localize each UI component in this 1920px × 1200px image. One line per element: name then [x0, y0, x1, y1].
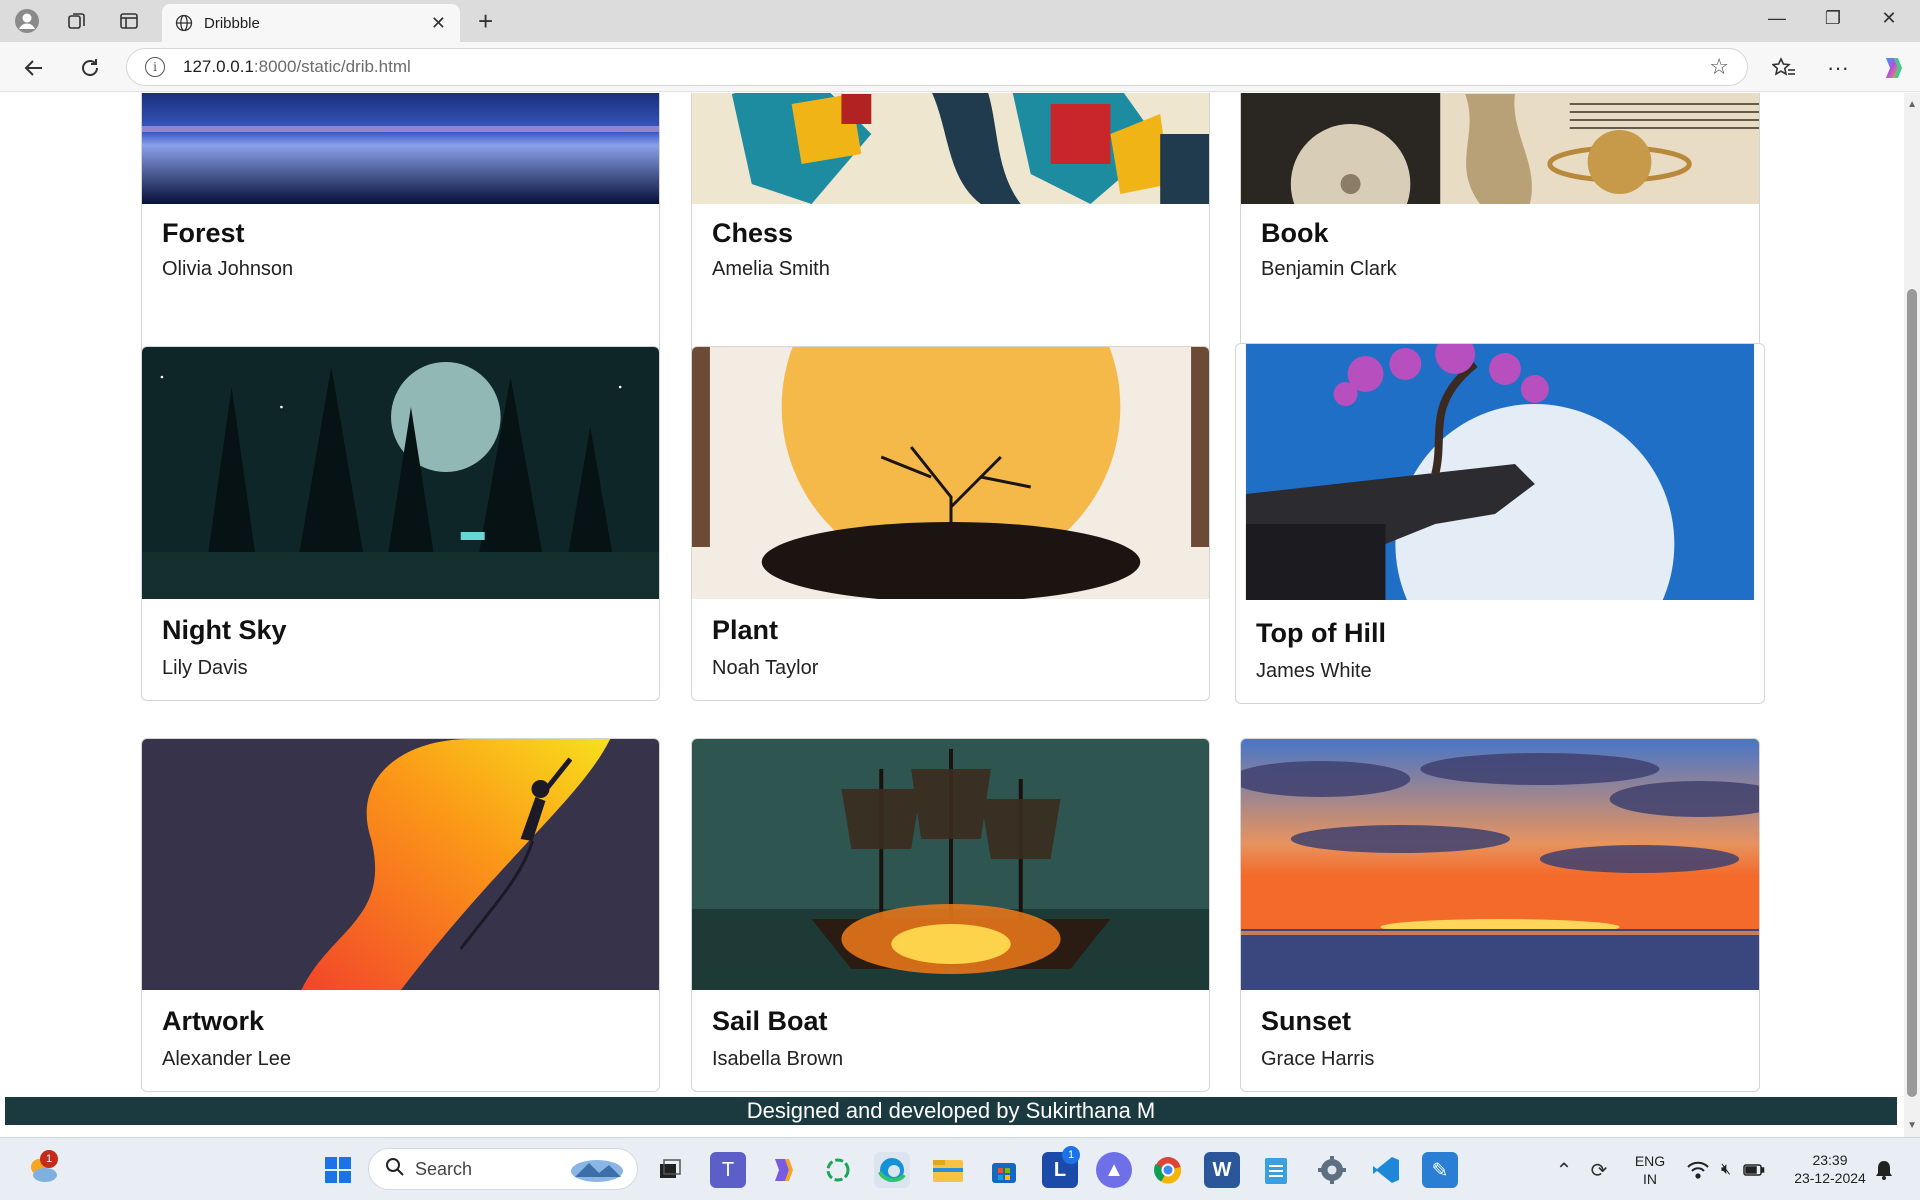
clock[interactable]: 23:39 23-12-2024 [1780, 1151, 1880, 1187]
task-view-icon[interactable] [652, 1152, 688, 1188]
card-author: Isabella Brown [712, 1048, 844, 1070]
card-image [1241, 739, 1759, 990]
language-indicator[interactable]: ENG IN [1630, 1152, 1670, 1188]
search-highlight-icon [569, 1155, 625, 1188]
card-author: Lily Davis [162, 657, 248, 679]
card-plant[interactable]: Plant Noah Taylor [691, 346, 1210, 701]
card-sunset[interactable]: Sunset Grace Harris [1240, 738, 1760, 1092]
card-title: Top of Hill [1256, 618, 1386, 648]
browser-toolbar: i 127.0.0.1:8000/static/drib.html ☆ ··· [0, 42, 1920, 92]
minimize-button[interactable]: — [1762, 8, 1792, 29]
language-code: ENG [1634, 1153, 1666, 1169]
card-sail-boat[interactable]: Sail Boat Isabella Brown [691, 738, 1210, 1092]
address-bar[interactable]: i 127.0.0.1:8000/static/drib.html ☆ [126, 48, 1748, 86]
workspaces-icon[interactable] [64, 8, 90, 34]
settings-gear-icon[interactable] [1314, 1152, 1350, 1188]
scroll-down-icon[interactable]: ▼ [1907, 1120, 1917, 1131]
scroll-up-icon[interactable]: ▲ [1907, 99, 1917, 110]
clock-date: 23-12-2024 [1794, 1170, 1866, 1186]
card-title: Sail Boat [712, 1006, 828, 1036]
page-viewport: Forest Olivia Johnson Chess Amelia Smith [0, 93, 1920, 1137]
back-button[interactable] [18, 52, 50, 84]
notification-bell-icon[interactable] [1870, 1152, 1898, 1188]
volume-muted-icon[interactable]: 🔇︎ [1712, 1152, 1740, 1188]
restore-button[interactable]: ❐ [1818, 8, 1848, 29]
card-image [692, 739, 1209, 990]
copilot-icon[interactable] [1876, 52, 1908, 84]
region-code: IN [1643, 1171, 1657, 1187]
url-path: :8000/static/drib.html [253, 57, 411, 76]
card-top-of-hill[interactable]: Top of Hill James White [1235, 343, 1765, 704]
site-info-icon[interactable]: i [145, 57, 165, 77]
favorite-star-icon[interactable]: ☆ [1709, 54, 1729, 80]
new-tab-button[interactable]: + [478, 6, 493, 37]
card-image [692, 93, 1209, 204]
tab-title: Dribbble [204, 14, 260, 32]
card-title: Sunset [1261, 1006, 1352, 1036]
battery-icon[interactable] [1740, 1152, 1768, 1188]
card-image [1245, 344, 1755, 600]
l-app-badge: 1 [1062, 1146, 1080, 1164]
page-footer: Designed and developed by Sukirthana M [5, 1097, 1897, 1125]
card-title: Forest [162, 218, 245, 248]
card-image [692, 347, 1209, 599]
card-author: Olivia Johnson [162, 258, 294, 280]
page-scrollbar[interactable]: ▲ ▼ [1904, 93, 1920, 1137]
edge-icon[interactable] [874, 1152, 910, 1188]
chrome-icon[interactable] [1150, 1152, 1186, 1188]
card-image [142, 93, 659, 204]
tab-actions-icon[interactable] [116, 8, 142, 34]
card-artwork[interactable]: Artwork Alexander Lee [141, 738, 660, 1092]
show-hidden-icons-chevron[interactable]: ⌃ [1552, 1152, 1576, 1188]
reload-button[interactable] [74, 52, 106, 84]
paint-app-icon[interactable]: ✎ [1422, 1152, 1458, 1188]
profile-icon[interactable] [14, 8, 40, 34]
card-author: Noah Taylor [712, 657, 819, 679]
card-title: Artwork [162, 1006, 265, 1036]
card-title: Plant [712, 615, 779, 645]
url-host: 127.0.0.1 [183, 57, 254, 76]
copilot-app-icon[interactable] [764, 1152, 800, 1188]
close-window-button[interactable]: ✕ [1874, 8, 1904, 29]
file-explorer-icon[interactable] [930, 1152, 966, 1188]
card-title: Book [1261, 218, 1329, 248]
wifi-icon[interactable] [1684, 1152, 1712, 1188]
sync-icon[interactable]: ⟳ [1584, 1152, 1614, 1188]
weather-badge: 1 [40, 1150, 58, 1168]
clock-time: 23:39 [1812, 1152, 1848, 1168]
card-title: Chess [712, 218, 794, 248]
taskbar-search[interactable]: Search [368, 1148, 638, 1190]
triangle-app-icon[interactable]: ▲ [1096, 1152, 1132, 1188]
word-icon[interactable]: W [1204, 1152, 1240, 1188]
card-image [142, 347, 659, 599]
store-icon[interactable] [986, 1152, 1022, 1188]
card-author: Amelia Smith [712, 258, 830, 280]
more-menu-icon[interactable]: ··· [1822, 52, 1854, 84]
search-icon [385, 1157, 405, 1182]
card-title: Night Sky [162, 615, 287, 645]
close-tab-icon[interactable]: ✕ [431, 13, 446, 34]
start-icon[interactable] [320, 1152, 356, 1188]
card-image [1241, 93, 1759, 204]
browser-tab[interactable]: Dribbble ✕ [162, 4, 460, 42]
favorites-icon[interactable] [1768, 52, 1800, 84]
card-night-sky[interactable]: Night Sky Lily Davis [141, 346, 660, 701]
card-author: Benjamin Clark [1261, 258, 1397, 280]
search-placeholder: Search [415, 1158, 473, 1179]
card-author: Alexander Lee [162, 1048, 291, 1070]
vscode-icon[interactable] [1368, 1152, 1404, 1188]
teams-icon[interactable]: T [710, 1152, 746, 1188]
card-image [142, 739, 659, 990]
refresh-app-icon[interactable] [820, 1152, 856, 1188]
browser-titlebar: Dribbble ✕ + — ❐ ✕ [0, 0, 1920, 42]
globe-icon [174, 13, 194, 33]
card-author: James White [1256, 660, 1372, 682]
windows-taskbar: 1 Search T L 1 ▲ W ✎ ⌃ ⟳ ENG IN 🔇︎ 23:39… [0, 1137, 1920, 1200]
card-author: Grace Harris [1261, 1048, 1375, 1070]
footer-credit: Designed and developed by Sukirthana M [746, 1098, 1156, 1123]
scrollbar-thumb[interactable] [1907, 289, 1917, 1097]
notepad-icon[interactable] [1258, 1152, 1294, 1188]
